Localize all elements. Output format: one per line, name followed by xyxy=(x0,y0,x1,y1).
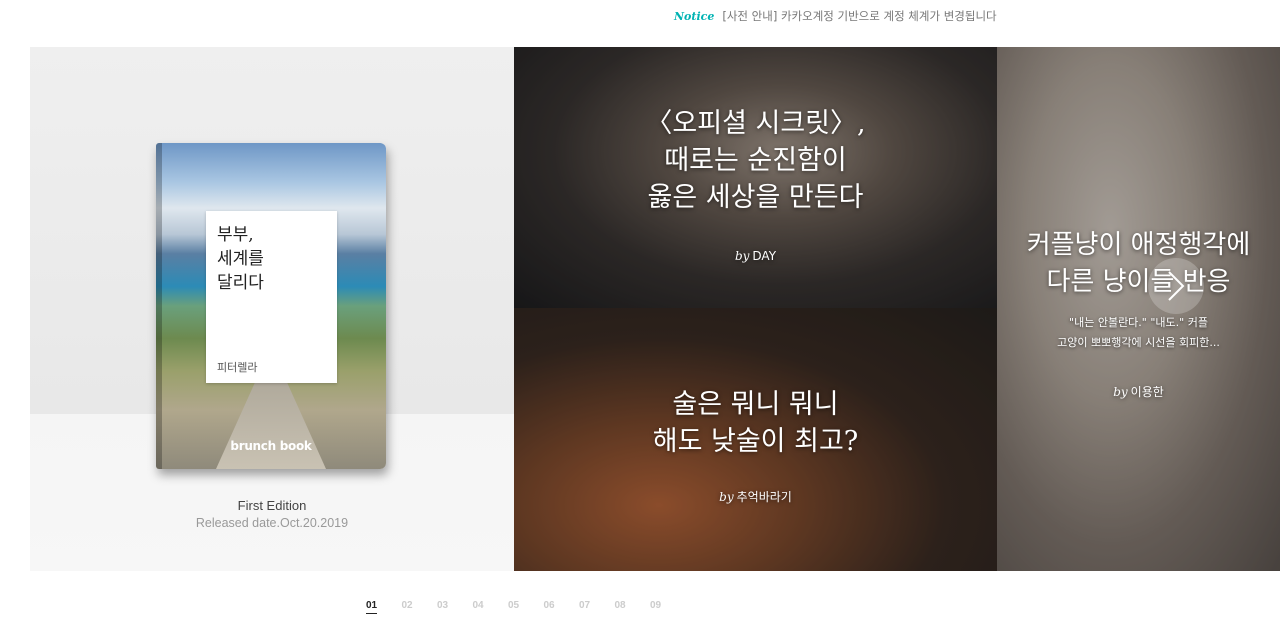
article-byline: by 추억바라기 xyxy=(514,486,997,505)
article-card[interactable]: 〈오피셜 시크릿〉, 때로는 순진함이 옳은 세상을 만든다 by DAY xyxy=(514,47,997,308)
page-indicator-03[interactable]: 03 xyxy=(431,600,467,611)
page-indicator-04[interactable]: 04 xyxy=(467,600,503,611)
article-byline: by 이용한 xyxy=(997,381,1280,400)
page-indicator-09[interactable]: 09 xyxy=(644,600,680,611)
book-author: 피터렐라 xyxy=(217,361,258,374)
notice-bar[interactable]: Notice [사전 안내] 카카오계정 기반으로 계정 체계가 변경됩니다 xyxy=(674,6,997,26)
page-indicator-01[interactable]: 01 xyxy=(360,600,396,614)
book-brand: brunch book xyxy=(230,439,312,453)
page-indicator-07[interactable]: 07 xyxy=(573,600,609,611)
carousel-pagination: 01 02 03 04 05 06 07 08 09 xyxy=(360,600,680,614)
article-author: DAY xyxy=(752,249,777,263)
book-edition: First Edition xyxy=(237,498,307,513)
book-label: 부부, 세계를 달리다 피터렐라 xyxy=(206,211,337,383)
article-author: 이용한 xyxy=(1130,385,1164,399)
by-label: by xyxy=(719,490,734,504)
article-title: 술은 뭐니 뭐니 해도 낮술이 최고? xyxy=(652,389,859,457)
featured-carousel: 부부, 세계를 달리다 피터렐라 brunch book First Editi… xyxy=(30,47,1280,571)
book-release-date: Released date.Oct.20.2019 xyxy=(195,516,349,530)
page-indicator-02[interactable]: 02 xyxy=(396,600,432,611)
article-card[interactable]: 술은 뭐니 뭐니 해도 낮술이 최고? by 추억바라기 xyxy=(514,308,997,571)
by-label: by xyxy=(734,249,750,263)
carousel-next-button[interactable] xyxy=(1148,258,1204,314)
article-card[interactable]: 커플냥이 애정행각에 다른 냥이들 반응 "내는 안볼란다." "내도." 커플… xyxy=(997,47,1280,571)
by-label: by xyxy=(1113,385,1128,399)
book-title: 부부, 세계를 달리다 xyxy=(217,225,264,293)
page-indicator-06[interactable]: 06 xyxy=(538,600,574,611)
page-indicator-05[interactable]: 05 xyxy=(502,600,538,611)
notice-link[interactable]: [사전 안내] 카카오계정 기반으로 계정 체계가 변경됩니다 xyxy=(722,8,996,24)
notice-label: Notice xyxy=(674,9,715,23)
article-title: 〈오피셜 시크릿〉, 때로는 순진함이 옳은 세상을 만든다 xyxy=(645,108,866,213)
article-author: 추억바라기 xyxy=(736,490,792,504)
article-title: 커플냥이 애정행각에 다른 냥이들 반응 xyxy=(1026,230,1251,297)
brunch-book-panel[interactable]: 부부, 세계를 달리다 피터렐라 brunch book First Editi… xyxy=(30,47,514,571)
page-indicator-08[interactable]: 08 xyxy=(609,600,645,611)
book-cover[interactable]: 부부, 세계를 달리다 피터렐라 brunch book xyxy=(156,143,386,469)
chevron-right-icon xyxy=(1168,271,1185,301)
article-description: "내는 안볼란다." "내도." 커플 고양이 뽀뽀행각에 시선을 회피한... xyxy=(1057,316,1220,349)
article-byline: by DAY xyxy=(514,245,997,264)
article-image-overlay xyxy=(997,47,1280,571)
